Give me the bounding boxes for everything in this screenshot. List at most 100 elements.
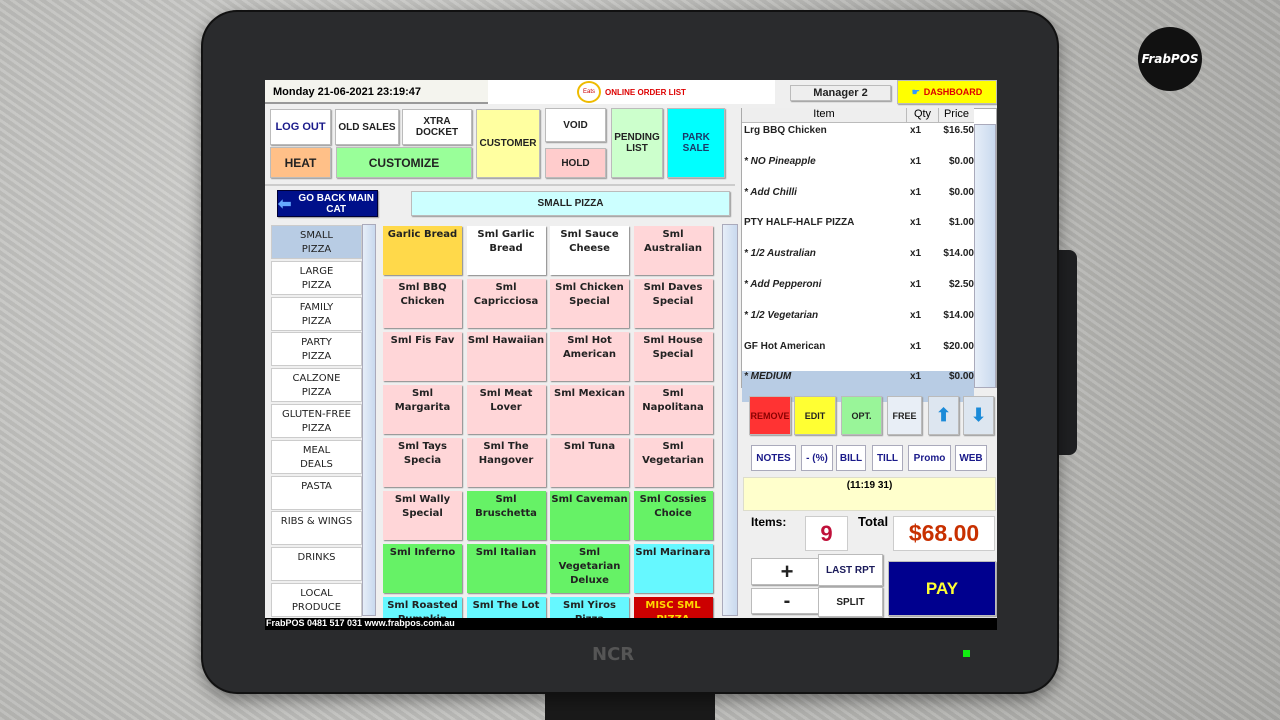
current-category-title: SMALL PIZZA bbox=[411, 191, 730, 216]
category-item[interactable]: PASTA bbox=[271, 475, 362, 510]
function-button[interactable]: BILL bbox=[836, 445, 866, 471]
plus-button[interactable]: + bbox=[751, 558, 823, 585]
order-item: * Add Pepperoni bbox=[744, 279, 822, 290]
opt-button[interactable]: OPT. bbox=[841, 396, 882, 435]
hold-button[interactable]: HOLD bbox=[545, 148, 606, 178]
product-button[interactable]: Sml BBQ Chicken bbox=[383, 279, 462, 328]
category-item[interactable]: CALZONE PIZZA bbox=[271, 368, 362, 403]
minus-button[interactable]: - bbox=[751, 588, 823, 614]
order-row[interactable]: * Add Pepperoni x1 $2.50 bbox=[742, 279, 974, 310]
category-label-line1: PARTY bbox=[301, 337, 332, 349]
order-table-header: Item Qty Price bbox=[742, 108, 974, 123]
old-sales-button[interactable]: OLD SALES bbox=[335, 109, 399, 145]
product-button[interactable]: Sml Hot American bbox=[550, 332, 629, 381]
product-button[interactable]: Garlic Bread bbox=[383, 226, 462, 275]
product-button[interactable]: Sml Chicken Special bbox=[550, 279, 629, 328]
split-button[interactable]: SPLIT bbox=[818, 587, 883, 617]
product-button[interactable]: Sml Tays Specia bbox=[383, 438, 462, 487]
pointing-hand-icon: ☛ bbox=[911, 86, 920, 97]
move-down-button[interactable]: ⬇ bbox=[963, 396, 994, 435]
park-sale-button[interactable]: PARK SALE bbox=[667, 108, 725, 178]
go-back-main-cat-button[interactable]: ⬅ GO BACK MAIN CAT bbox=[277, 190, 378, 217]
product-button[interactable]: Sml Wally Special bbox=[383, 491, 462, 540]
heat-button[interactable]: HEAT bbox=[270, 147, 331, 178]
remove-button[interactable]: REMOVE bbox=[749, 396, 791, 435]
function-button[interactable]: TILL bbox=[872, 445, 903, 471]
product-button[interactable]: Sml Marinara bbox=[633, 544, 713, 593]
category-item[interactable]: LARGE PIZZA bbox=[271, 260, 362, 295]
category-label-line2: PIZZA bbox=[301, 351, 332, 363]
product-button[interactable]: Sml Cossies Choice bbox=[633, 491, 713, 540]
customize-button[interactable]: CUSTOMIZE bbox=[336, 147, 472, 178]
move-up-button[interactable]: ⬆ bbox=[928, 396, 959, 435]
product-button[interactable]: Sml Garlic Bread bbox=[466, 226, 546, 275]
product-button[interactable]: Sml Napolitana bbox=[633, 385, 713, 434]
category-item[interactable]: RIBS & WINGS bbox=[271, 511, 362, 546]
category-label-line1: CALZONE bbox=[292, 373, 341, 385]
dashboard-button[interactable]: ☛ DASHBOARD bbox=[897, 80, 997, 104]
category-item[interactable]: DRINKS bbox=[271, 547, 362, 582]
product-button[interactable]: Sml Vegetarian bbox=[633, 438, 713, 487]
function-button[interactable]: Promo bbox=[908, 445, 951, 471]
order-row[interactable]: PTY HALF-HALF PIZZA x1 $1.00 bbox=[742, 217, 974, 248]
order-row[interactable]: * 1/2 Vegetarian x1 $14.00 bbox=[742, 310, 974, 341]
pay-button[interactable]: PAY bbox=[888, 561, 996, 616]
product-button[interactable]: Sml Australian bbox=[633, 226, 713, 275]
product-scrollbar[interactable] bbox=[722, 224, 738, 616]
product-button[interactable]: Sml Caveman bbox=[550, 491, 629, 540]
order-row[interactable]: GF Hot American x1 $20.00 bbox=[742, 341, 974, 372]
product-button[interactable]: Sml The Hangover bbox=[466, 438, 546, 487]
product-button[interactable]: Sml House Special bbox=[633, 332, 713, 381]
last-receipt-button[interactable]: LAST RPT bbox=[818, 554, 883, 586]
dashboard-label: DASHBOARD bbox=[923, 87, 983, 97]
product-button[interactable]: Sml Meat Lover bbox=[466, 385, 546, 434]
category-label-line1: RIBS & WINGS bbox=[280, 516, 353, 528]
order-item: PTY HALF-HALF PIZZA bbox=[744, 217, 855, 229]
logout-button[interactable]: LOG OUT bbox=[270, 109, 331, 145]
order-row[interactable]: * Add Chilli x1 $0.00 bbox=[742, 187, 974, 218]
category-label-line1: LARGE bbox=[299, 265, 334, 277]
category-label-line1: DRINKS bbox=[297, 552, 336, 564]
product-button[interactable]: Sml Vegetarian Deluxe bbox=[550, 544, 629, 593]
order-note: (11:19 31) bbox=[743, 477, 996, 511]
function-button[interactable]: - (%) bbox=[801, 445, 833, 471]
order-row[interactable]: Lrg BBQ Chicken x1 $16.50 bbox=[742, 125, 974, 156]
void-button[interactable]: VOID bbox=[545, 108, 606, 142]
product-button[interactable]: Sml Daves Special bbox=[633, 279, 713, 328]
product-button[interactable]: Sml Margarita bbox=[383, 385, 462, 434]
product-button[interactable]: Sml Mexican bbox=[550, 385, 629, 434]
function-button[interactable]: NOTES bbox=[751, 445, 796, 471]
product-button[interactable]: Sml Italian bbox=[466, 544, 546, 593]
product-button[interactable]: Sml Inferno bbox=[383, 544, 462, 593]
category-item[interactable]: LOCAL PRODUCE bbox=[271, 583, 362, 617]
order-row[interactable]: * 1/2 Australian x1 $14.00 bbox=[742, 248, 974, 279]
edit-button[interactable]: EDIT bbox=[794, 396, 836, 435]
category-item[interactable]: PARTY PIZZA bbox=[271, 332, 362, 367]
online-order-list-button[interactable]: Eats ONLINE ORDER LIST bbox=[488, 80, 775, 104]
free-button[interactable]: FREE bbox=[887, 396, 922, 435]
order-scrollbar[interactable] bbox=[974, 124, 996, 388]
product-button[interactable]: Sml Hawaiian bbox=[466, 332, 546, 381]
product-button[interactable]: Sml Tuna bbox=[550, 438, 629, 487]
product-button[interactable]: Sml Capricciosa bbox=[466, 279, 546, 328]
xtra-docket-button[interactable]: XTRA DOCKET bbox=[402, 109, 472, 145]
category-scrollbar[interactable] bbox=[362, 224, 376, 616]
category-item[interactable]: SMALL PIZZA bbox=[271, 225, 362, 259]
category-item[interactable]: GLUTEN-FREE PIZZA bbox=[271, 404, 362, 438]
function-button[interactable]: WEB bbox=[955, 445, 987, 471]
category-item[interactable]: MEAL DEALS bbox=[271, 439, 362, 474]
customer-button[interactable]: CUSTOMER bbox=[476, 109, 540, 178]
user-button[interactable]: Manager 2 bbox=[790, 85, 891, 101]
product-button[interactable]: Sml Bruschetta bbox=[466, 491, 546, 540]
product-button[interactable]: Sml Fis Fav bbox=[383, 332, 462, 381]
order-row[interactable]: * NO Pineapple x1 $0.00 bbox=[742, 156, 974, 187]
order-eats-logo: Eats bbox=[577, 81, 602, 103]
category-item[interactable]: FAMILY PIZZA bbox=[271, 296, 362, 331]
total-amount: $68.00 bbox=[893, 516, 995, 551]
category-label-line2: PIZZA bbox=[301, 387, 332, 399]
product-button[interactable]: Sml Sauce Cheese bbox=[550, 226, 629, 275]
pending-list-button[interactable]: PENDING LIST bbox=[611, 108, 663, 178]
category-label-line2: PRODUCE bbox=[291, 602, 342, 613]
category-label-line1: PASTA bbox=[301, 480, 332, 492]
order-price: $14.00 bbox=[943, 309, 974, 321]
